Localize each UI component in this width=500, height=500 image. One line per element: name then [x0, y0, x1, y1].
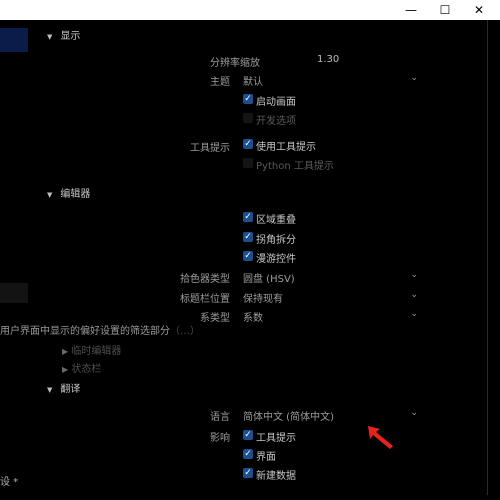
use-tooltips-label: 使用工具提示	[256, 142, 316, 153]
splash-label: 启动画面	[256, 97, 296, 108]
sidebar-item[interactable]	[0, 283, 28, 303]
section-title: 编辑器	[60, 189, 91, 200]
chevron-down-icon: ⌄	[410, 408, 418, 418]
devtools-label: 开发选项	[256, 116, 296, 127]
section-title: 翻译	[60, 384, 81, 395]
tooltip-hint: 用户界面中显示的偏好设置的筛选部分（…）	[0, 322, 200, 337]
sidebar-item-selected[interactable]	[0, 28, 28, 52]
splash-checkbox[interactable]: ✓	[243, 94, 253, 104]
affect-tooltips-checkbox[interactable]: ✓	[243, 430, 253, 440]
language-dropdown[interactable]: 简体中文 (简体中文) ⌄	[243, 408, 418, 423]
resolution-scale-label: 分辨率缩放	[210, 58, 260, 69]
nav-controls-label: 漫游控件	[256, 254, 296, 265]
chevron-down-icon: ⌄	[410, 270, 418, 280]
chevron-down-icon: ⌄	[410, 309, 418, 319]
section-title: 显示	[60, 31, 81, 42]
factor-type-value: 系数	[243, 313, 263, 324]
save-preferences-label[interactable]: 设 *	[0, 473, 18, 488]
python-tooltips-checkbox[interactable]: ✓	[243, 158, 253, 168]
maximize-icon: ☐	[439, 3, 451, 17]
python-tooltips-label: Python 工具提示	[256, 161, 334, 172]
tooltips-label: 工具提示	[190, 143, 230, 154]
affect-interface-checkbox[interactable]: ✓	[243, 449, 253, 459]
region-overlap-checkbox[interactable]: ✓	[243, 212, 253, 222]
red-arrow-icon	[368, 426, 393, 449]
theme-label: 主题	[210, 77, 230, 88]
maximize-button[interactable]: ☐	[434, 2, 456, 18]
affect-tooltips-label: 工具提示	[256, 433, 296, 444]
corner-split-label: 拐角拆分	[256, 235, 296, 246]
minimize-button[interactable]: —	[400, 2, 422, 18]
affect-new-data-checkbox[interactable]: ✓	[243, 468, 253, 478]
factor-type-dropdown[interactable]: 系数 ⌄	[243, 309, 418, 324]
window-titlebar	[0, 0, 500, 20]
collapse-triangle-icon: ▼	[47, 33, 53, 41]
list-item-label: 临时编辑器	[71, 346, 122, 357]
color-picker-value: 圆盘 (HSV)	[243, 274, 295, 285]
theme-value: 默认	[243, 77, 263, 88]
devtools-checkbox[interactable]: ✓	[243, 113, 253, 123]
resolution-scale-field[interactable]: 1.30	[317, 54, 339, 65]
list-item-label: 状态栏	[71, 364, 102, 375]
affect-interface-label: 界面	[256, 452, 276, 463]
region-overlap-label: 区域重叠	[256, 215, 296, 226]
close-button[interactable]: ✕	[468, 2, 490, 18]
affect-label: 影响	[210, 433, 230, 444]
minimize-icon: —	[405, 3, 417, 17]
hint-text: 用户界面中显示的偏好设置的筛选部分	[0, 326, 170, 337]
list-item[interactable]: ▶ 状态栏	[62, 360, 101, 375]
hint-tail: （…）	[170, 326, 200, 337]
section-header-translation[interactable]: ▼ 翻译	[47, 380, 80, 395]
theme-dropdown[interactable]: 默认 ⌄	[243, 73, 418, 88]
affect-new-data-label: 新建数据	[256, 471, 296, 482]
chevron-down-icon: ⌄	[410, 290, 418, 300]
header-position-label: 标题栏位置	[180, 294, 230, 305]
section-header-display[interactable]: ▼ 显示	[47, 27, 80, 42]
chevron-down-icon: ⌄	[410, 73, 418, 83]
bullet-icon: ▶	[62, 365, 69, 374]
use-tooltips-checkbox[interactable]: ✓	[243, 139, 253, 149]
nav-controls-checkbox[interactable]: ✓	[243, 251, 253, 261]
bullet-icon: ▶	[62, 347, 69, 356]
collapse-triangle-icon: ▼	[47, 191, 53, 199]
list-item[interactable]: ▶ 临时编辑器	[62, 342, 121, 357]
color-picker-dropdown[interactable]: 圆盘 (HSV) ⌄	[243, 270, 418, 285]
close-icon: ✕	[473, 3, 485, 17]
language-label: 语言	[210, 412, 230, 423]
language-value: 简体中文 (简体中文)	[243, 412, 334, 423]
section-header-editors[interactable]: ▼ 编辑器	[47, 185, 90, 200]
color-picker-label: 拾色器类型	[180, 274, 230, 285]
header-position-dropdown[interactable]: 保持现有 ⌄	[243, 290, 418, 305]
scrollbar-track[interactable]	[487, 20, 488, 495]
collapse-triangle-icon: ▼	[47, 386, 53, 394]
header-position-value: 保持现有	[243, 294, 283, 305]
corner-split-checkbox[interactable]: ✓	[243, 232, 253, 242]
